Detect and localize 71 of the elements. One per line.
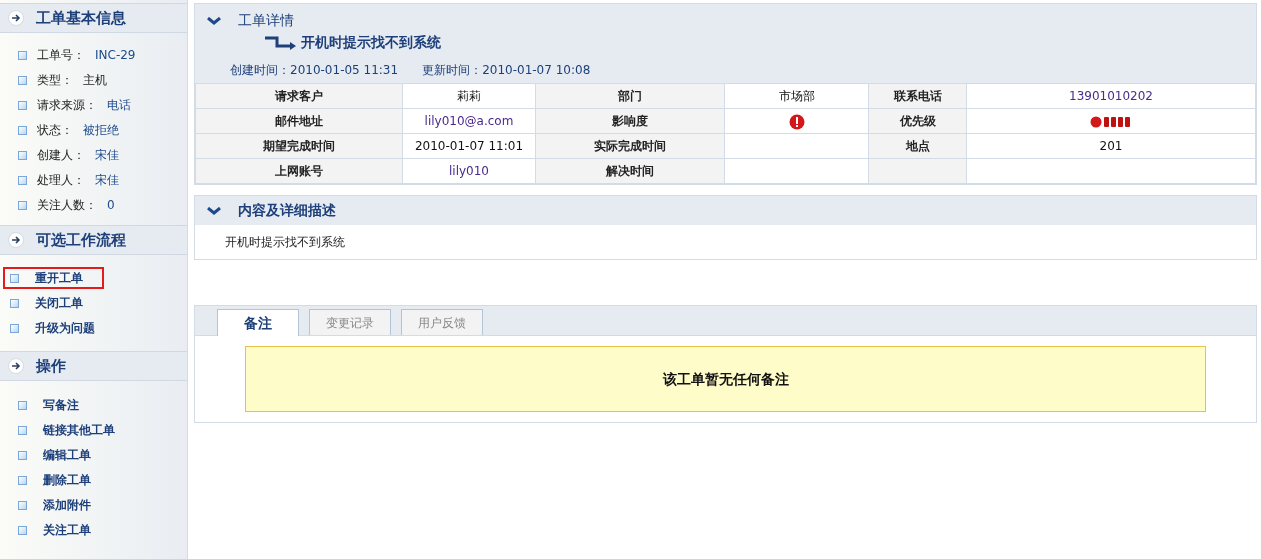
info-value[interactable]: INC-29 xyxy=(95,46,136,64)
priority-icon xyxy=(1089,115,1133,128)
empty-notes-message: 该工单暂无任何备注 xyxy=(662,369,789,389)
field-label: 邮件地址 xyxy=(195,108,403,134)
bullet-icon xyxy=(18,175,27,185)
bullet-icon xyxy=(18,425,27,435)
operation-link[interactable]: 链接其他工单 xyxy=(43,421,115,439)
workflow-link[interactable]: 关闭工单 xyxy=(35,294,83,312)
bullet-icon xyxy=(18,450,27,460)
chevron-icon[interactable] xyxy=(207,206,221,215)
operation-link[interactable]: 写备注 xyxy=(43,396,79,414)
info-value[interactable]: 宋佳 xyxy=(95,171,119,189)
bullet-icon xyxy=(18,400,27,410)
field-label: 上网账号 xyxy=(195,158,403,184)
field-value: 莉莉 xyxy=(402,83,536,109)
bullet-icon xyxy=(18,150,27,160)
field-link[interactable]: lily010 xyxy=(449,164,489,178)
tab[interactable]: 备注 xyxy=(217,309,299,336)
info-label: 状态： xyxy=(37,122,73,139)
info-label: 类型： xyxy=(37,72,73,89)
bullet-icon xyxy=(18,200,27,210)
field-label: 解决时间 xyxy=(535,158,725,184)
bullet-icon xyxy=(18,500,27,510)
panel-title: 工单详情 xyxy=(238,11,294,30)
created-time: 创建时间：2010-01-05 11:31 xyxy=(230,62,399,79)
info-value[interactable]: 0 xyxy=(107,196,115,214)
field-label: 实际完成时间 xyxy=(535,133,725,159)
operation-link[interactable]: 删除工单 xyxy=(43,471,91,489)
info-label: 请求来源： xyxy=(37,97,97,114)
info-value: 主机 xyxy=(83,72,107,89)
bullet-icon xyxy=(18,475,27,485)
operation-link[interactable]: 添加附件 xyxy=(43,496,91,514)
field-label: 优先级 xyxy=(868,108,967,134)
bullet-icon xyxy=(18,125,27,135)
bullet-icon xyxy=(18,525,27,535)
branch-arrow-icon xyxy=(265,35,297,50)
field-label: 影响度 xyxy=(535,108,725,134)
field-label: 期望完成时间 xyxy=(195,133,403,159)
bullet-icon xyxy=(10,298,19,308)
description-text: 开机时提示找不到系统 xyxy=(225,234,345,251)
bullet-icon xyxy=(10,323,19,333)
info-label: 创建人： xyxy=(37,147,85,164)
field-label: 地点 xyxy=(868,133,967,159)
bullet-icon xyxy=(18,100,27,110)
info-value[interactable]: 宋佳 xyxy=(95,146,119,164)
chevron-icon[interactable] xyxy=(207,16,221,25)
ticket-subject: 开机时提示找不到系统 xyxy=(301,33,441,52)
info-value[interactable]: 电话 xyxy=(107,96,131,114)
section-title: 工单基本信息 xyxy=(36,7,126,29)
updated-time: 更新时间：2010-01-07 10:08 xyxy=(422,62,591,79)
bullet-icon xyxy=(18,75,27,85)
panel-title: 内容及详细描述 xyxy=(238,201,336,220)
bullet-icon xyxy=(10,273,19,283)
field-value: 201 xyxy=(966,133,1256,159)
field-label: 联系电话 xyxy=(868,83,967,109)
section-title: 可选工作流程 xyxy=(36,229,126,251)
info-label: 处理人： xyxy=(37,172,85,189)
info-label: 关注人数： xyxy=(37,197,97,214)
info-label: 工单号： xyxy=(37,47,85,64)
operation-link[interactable]: 关注工单 xyxy=(43,521,91,539)
field-value: 2010-01-07 11:01 xyxy=(402,133,536,159)
section-title: 操作 xyxy=(36,355,66,377)
field-label: 部门 xyxy=(535,83,725,109)
field-value: 市场部 xyxy=(724,83,869,109)
bullet-icon xyxy=(18,50,27,60)
field-link[interactable]: 13901010202 xyxy=(1069,89,1153,103)
alert-icon xyxy=(788,113,805,130)
field-label: 请求客户 xyxy=(195,83,403,109)
operation-link[interactable]: 编辑工单 xyxy=(43,446,91,464)
info-value[interactable]: 被拒绝 xyxy=(83,121,119,139)
workflow-link[interactable]: 升级为问题 xyxy=(35,319,95,337)
